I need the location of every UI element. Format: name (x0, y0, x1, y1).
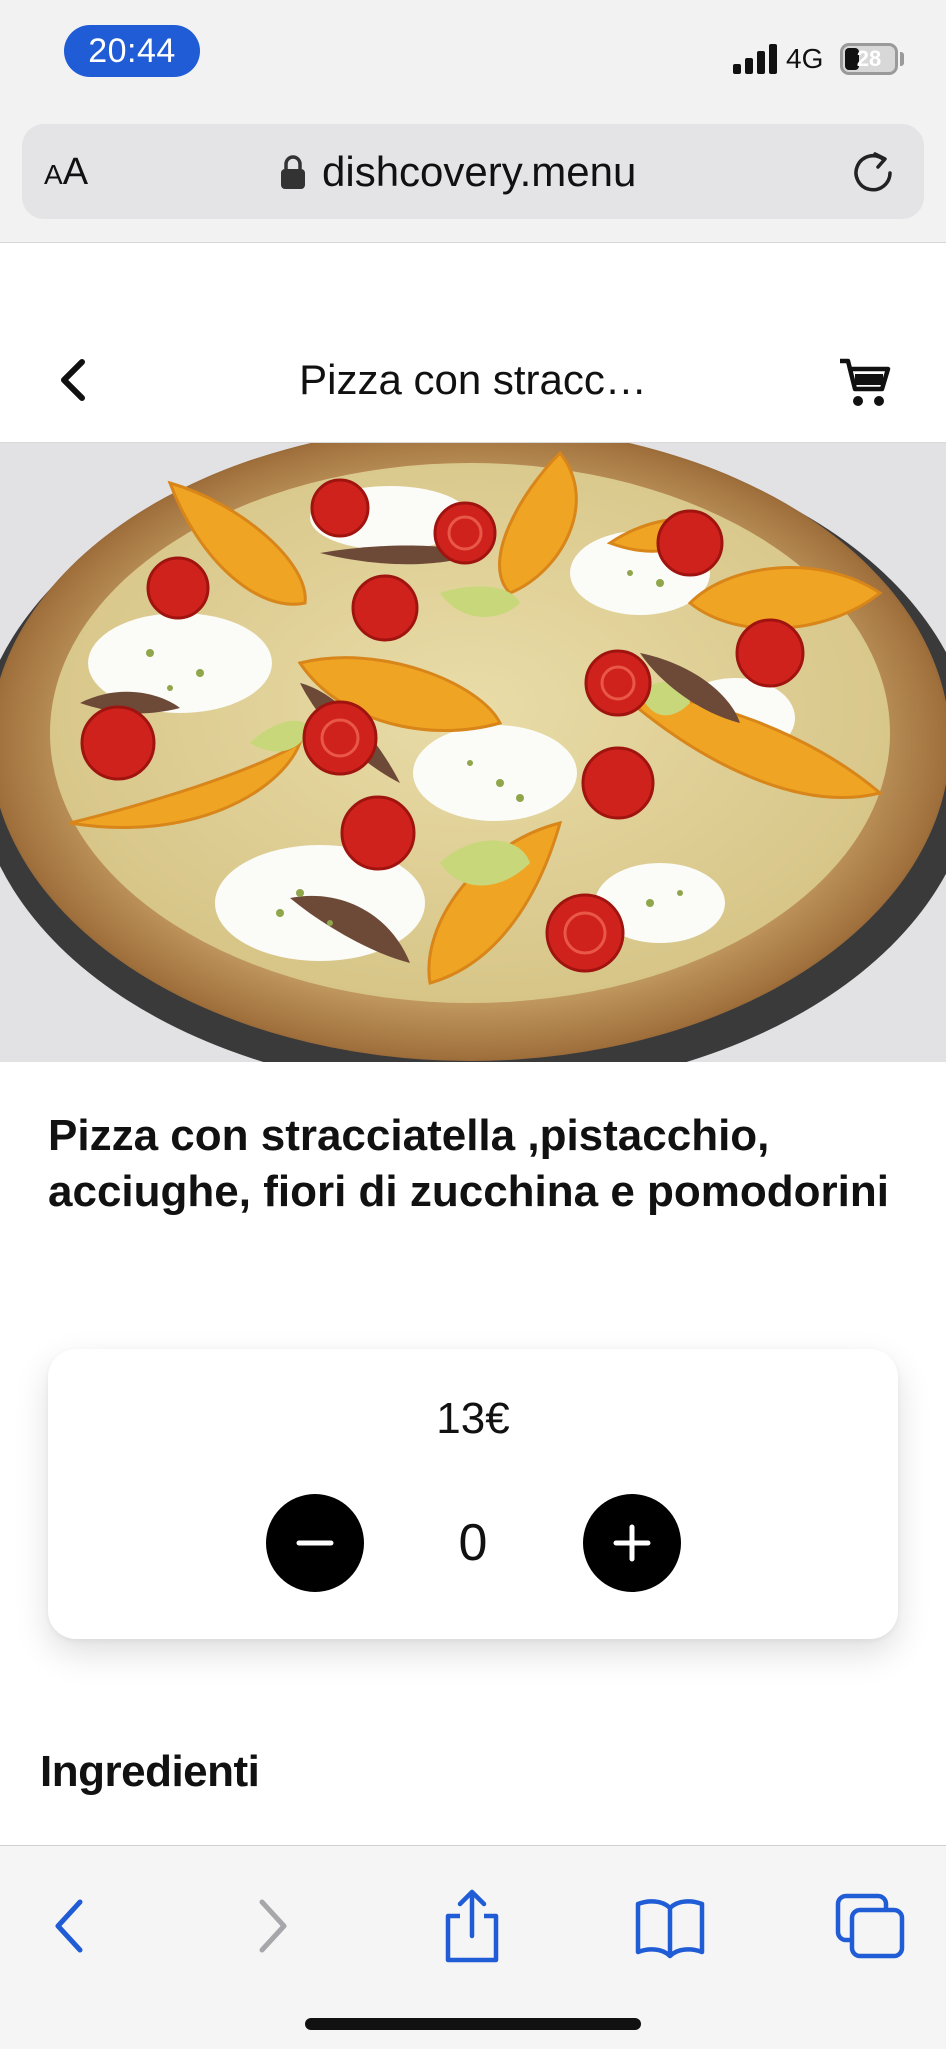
network-type: 4G (786, 43, 824, 74)
tabs-button[interactable] (830, 1886, 910, 1966)
lock-icon (281, 155, 305, 189)
reload-icon[interactable] (850, 150, 896, 196)
status-bar: 20:44 4G 28 (0, 0, 946, 115)
browser-toolbar (0, 1845, 946, 2049)
bookmarks-icon (635, 1899, 705, 1959)
tabs-icon (835, 1893, 905, 1959)
browser-back-button[interactable] (30, 1886, 110, 1966)
share-button[interactable] (432, 1886, 512, 1966)
text-size-large-a: A (62, 151, 89, 193)
cart-icon[interactable] (838, 356, 892, 410)
text-size-small-a: A (44, 159, 63, 190)
dish-name: Pizza con stracciatella ,pistacchio, acc… (48, 1111, 889, 1216)
page-title: Pizza con stracc… (299, 356, 647, 403)
pizza-photo (0, 443, 946, 1062)
app-header: Pizza con stracc… (0, 318, 946, 443)
plus-icon (613, 1524, 651, 1562)
price-card: 13€ 0 (48, 1349, 898, 1639)
quantity-value: 0 (458, 1514, 488, 1572)
battery-tip (900, 52, 904, 66)
text-size-button[interactable]: AA (44, 150, 88, 197)
decrease-quantity-button[interactable] (266, 1494, 364, 1592)
url-display[interactable]: dishcovery.menu (280, 148, 636, 196)
status-time: 20:44 (64, 25, 200, 77)
increase-quantity-button[interactable] (583, 1494, 681, 1592)
bookmarks-button[interactable] (630, 1886, 710, 1966)
minus-icon (296, 1540, 334, 1546)
quantity-stepper: 0 (48, 1494, 898, 1592)
back-icon (55, 1899, 83, 1953)
battery-level: 28 (856, 46, 882, 71)
chevron-left-icon[interactable] (46, 348, 100, 412)
address-bar[interactable]: AA dishcovery.menu (22, 124, 924, 219)
dish-image (0, 443, 946, 1062)
browser-forward-button[interactable] (232, 1886, 312, 1966)
forward-icon (259, 1899, 287, 1953)
home-indicator (305, 2018, 641, 2030)
browser-chrome: AA dishcovery.menu (0, 115, 946, 243)
share-icon (445, 1889, 499, 1963)
battery-icon: 28 (840, 43, 898, 75)
signal-icon (733, 44, 777, 74)
dish-price: 13€ (436, 1394, 510, 1443)
ingredients-heading: Ingredienti (40, 1747, 260, 1796)
url-text: dishcovery.menu (322, 148, 637, 195)
